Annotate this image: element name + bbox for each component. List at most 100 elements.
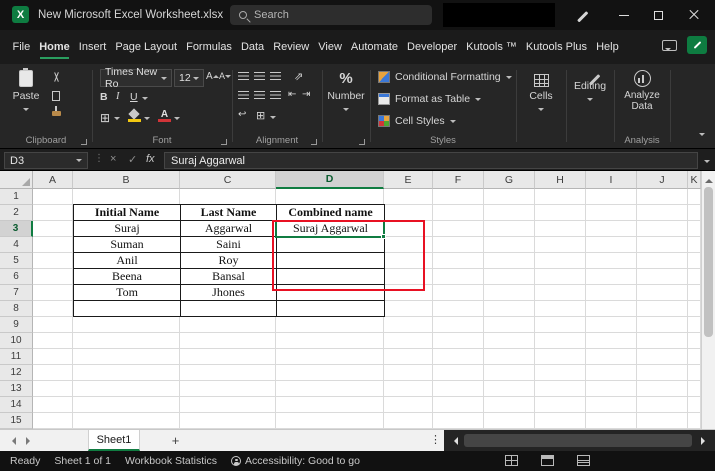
- status-sheet-info[interactable]: Sheet 1 of 1: [54, 455, 111, 467]
- table-cell[interactable]: Jhones: [181, 285, 277, 301]
- editing-button[interactable]: Editing: [570, 74, 610, 104]
- comments-icon[interactable]: [662, 39, 677, 51]
- name-box-resize-handle[interactable]: ⋮: [94, 153, 104, 164]
- fill-color-dropdown-icon[interactable]: [144, 114, 150, 123]
- table-cell[interactable]: Saini: [181, 237, 277, 253]
- menu-tab-kutools-plus[interactable]: Kutools Plus: [521, 30, 591, 64]
- tab-bar-splitter[interactable]: ⋮: [430, 433, 441, 446]
- formula-bar-expand-icon[interactable]: [704, 157, 710, 169]
- row-header-4[interactable]: 4: [0, 237, 33, 253]
- page-layout-view-button[interactable]: [541, 455, 554, 466]
- row-header-7[interactable]: 7: [0, 285, 33, 301]
- normal-view-button[interactable]: [505, 455, 518, 466]
- menu-tab-data[interactable]: Data: [236, 30, 268, 64]
- menu-tab-review[interactable]: Review: [269, 30, 314, 64]
- page-break-view-button[interactable]: [577, 455, 590, 466]
- font-dialog-launcher[interactable]: [221, 139, 227, 145]
- analyze-data-button[interactable]: Analyze Data: [619, 70, 665, 112]
- column-header-B[interactable]: B: [73, 171, 180, 189]
- menu-tab-view[interactable]: View: [314, 30, 347, 64]
- copy-button[interactable]: [52, 89, 65, 101]
- menu-tab-help[interactable]: Help: [592, 30, 624, 64]
- table-cell[interactable]: Tom: [74, 285, 181, 301]
- ribbon-collapse-icon[interactable]: [699, 130, 705, 142]
- table-cell[interactable]: Bansal: [181, 269, 277, 285]
- format-as-table-button[interactable]: Format as Table: [378, 93, 482, 105]
- column-header-A[interactable]: A: [33, 171, 73, 189]
- merge-dropdown-icon[interactable]: [270, 113, 276, 122]
- row-header-14[interactable]: 14: [0, 397, 33, 413]
- table-header-cell[interactable]: Combined name: [277, 205, 385, 221]
- underline-button[interactable]: U: [130, 91, 138, 103]
- table-cell[interactable]: Suman: [74, 237, 181, 253]
- alignment-dialog-launcher[interactable]: [311, 139, 317, 145]
- column-header-E[interactable]: E: [384, 171, 433, 189]
- scroll-left-icon[interactable]: [450, 437, 458, 445]
- insert-function-icon[interactable]: fx: [146, 153, 155, 165]
- merge-center-button[interactable]: ⊞: [256, 109, 265, 122]
- table-cell[interactable]: [74, 301, 181, 317]
- table-cell[interactable]: Aggarwal: [181, 221, 277, 237]
- formula-input[interactable]: Suraj Aggarwal: [164, 152, 698, 169]
- sheet-tab-sheet1[interactable]: Sheet1: [88, 430, 140, 451]
- table-header-cell[interactable]: Last Name: [181, 205, 277, 221]
- paste-button[interactable]: Paste: [8, 68, 44, 114]
- table-cell[interactable]: [181, 301, 277, 317]
- horizontal-scrollbar[interactable]: [444, 430, 715, 451]
- name-box[interactable]: D3: [4, 152, 88, 169]
- borders-dropdown-icon[interactable]: [114, 114, 120, 123]
- font-color-dropdown-icon[interactable]: [174, 114, 180, 123]
- column-header-J[interactable]: J: [637, 171, 688, 189]
- row-header-15[interactable]: 15: [0, 413, 33, 429]
- maximize-button[interactable]: [641, 0, 676, 30]
- column-header-K[interactable]: K: [688, 171, 701, 189]
- enter-icon[interactable]: ✓: [128, 153, 137, 166]
- close-button[interactable]: [676, 0, 711, 30]
- cell-styles-button[interactable]: Cell Styles: [378, 115, 456, 127]
- increase-indent-button[interactable]: ⇥: [302, 89, 310, 100]
- conditional-formatting-button[interactable]: Conditional Formatting: [378, 71, 512, 83]
- table-cell[interactable]: Anil: [74, 253, 181, 269]
- table-header-cell[interactable]: Initial Name: [74, 205, 181, 221]
- column-header-G[interactable]: G: [484, 171, 535, 189]
- scroll-right-icon[interactable]: [701, 437, 709, 445]
- fill-color-button[interactable]: [128, 110, 142, 122]
- align-right-button[interactable]: [270, 91, 281, 99]
- row-header-6[interactable]: 6: [0, 269, 33, 285]
- orientation-button[interactable]: ⇗: [294, 70, 303, 83]
- align-center-button[interactable]: [254, 91, 265, 99]
- bold-button[interactable]: B: [100, 91, 108, 103]
- search-box[interactable]: Search: [230, 5, 432, 25]
- cancel-icon[interactable]: ×: [110, 153, 116, 165]
- column-header-F[interactable]: F: [433, 171, 484, 189]
- align-left-button[interactable]: [238, 91, 249, 99]
- column-header-H[interactable]: H: [535, 171, 586, 189]
- add-sheet-button[interactable]: +: [168, 433, 183, 448]
- menu-tab-home[interactable]: Home: [35, 30, 75, 64]
- font-color-button[interactable]: A: [158, 109, 171, 122]
- column-header-C[interactable]: C: [180, 171, 276, 189]
- scroll-up-icon[interactable]: [705, 175, 713, 183]
- vertical-scrollbar[interactable]: [701, 171, 715, 429]
- wrap-text-button[interactable]: ↩: [238, 109, 246, 120]
- menu-tab-developer[interactable]: Developer: [403, 30, 462, 64]
- horizontal-scroll-thumb[interactable]: [464, 434, 692, 447]
- share-button[interactable]: [687, 36, 707, 54]
- row-header-10[interactable]: 10: [0, 333, 33, 349]
- row-header-8[interactable]: 8: [0, 301, 33, 317]
- row-header-13[interactable]: 13: [0, 381, 33, 397]
- menu-tab-formulas[interactable]: Formulas: [182, 30, 237, 64]
- row-header-3[interactable]: 3: [0, 221, 33, 237]
- minimize-button[interactable]: [606, 0, 641, 30]
- menu-tab-file[interactable]: File: [8, 30, 35, 64]
- row-header-1[interactable]: 1: [0, 189, 33, 205]
- row-header-12[interactable]: 12: [0, 365, 33, 381]
- decrease-indent-button[interactable]: ⇤: [288, 89, 296, 100]
- font-name-combo[interactable]: Times New Ro: [100, 66, 172, 90]
- italic-button[interactable]: I: [116, 91, 120, 102]
- grow-font-button[interactable]: A: [206, 71, 219, 82]
- format-painter-button[interactable]: [52, 106, 61, 116]
- number-dialog-launcher[interactable]: [359, 139, 365, 145]
- column-header-D[interactable]: D: [276, 171, 384, 189]
- align-bottom-button[interactable]: [270, 72, 281, 80]
